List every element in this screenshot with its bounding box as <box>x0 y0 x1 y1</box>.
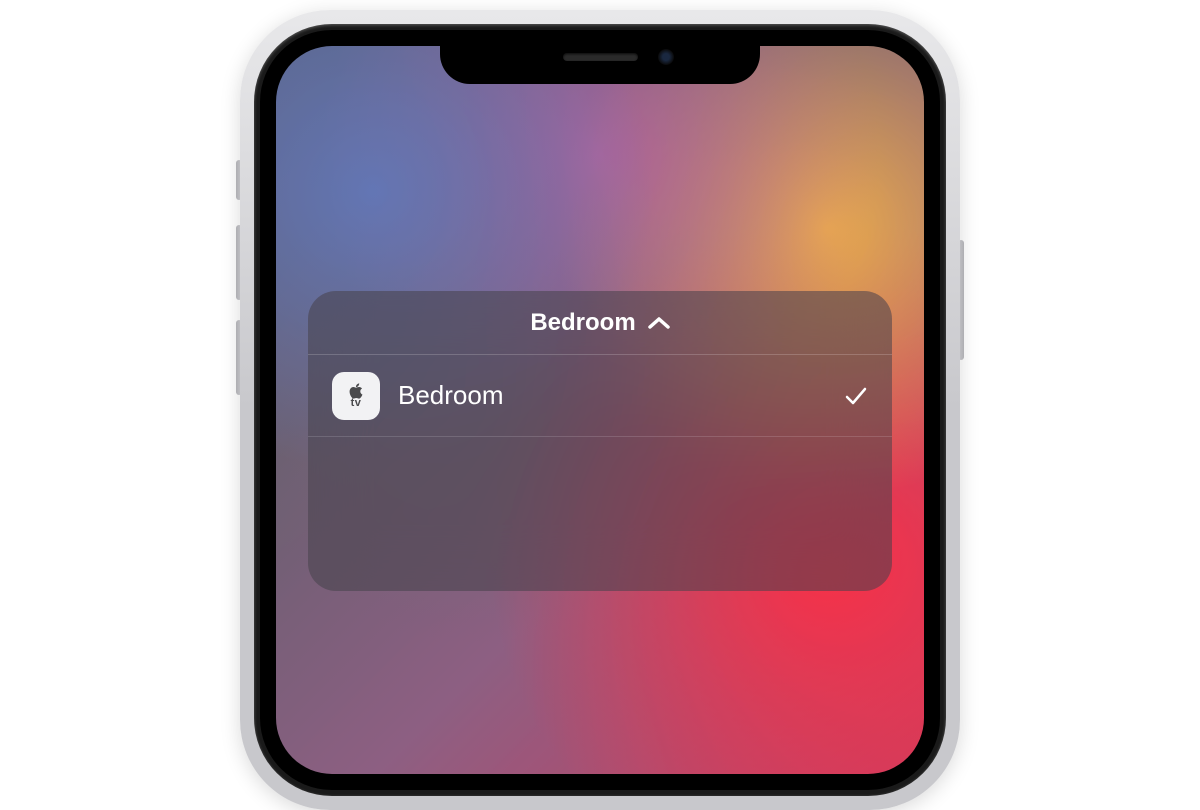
phone-bezel: Bedroom <box>254 24 946 796</box>
phone-speaker <box>563 53 638 61</box>
device-label: Bedroom <box>398 380 826 411</box>
appletv-icon-text: tv <box>351 398 362 409</box>
device-row-bedroom[interactable]: tv Bedroom <box>308 355 892 437</box>
phone-front-camera <box>658 49 674 65</box>
remote-device-panel: Bedroom <box>308 291 892 591</box>
panel-title: Bedroom <box>530 309 635 337</box>
phone-notch <box>440 30 760 84</box>
phone-outer-shell: Bedroom <box>240 10 960 810</box>
chevron-up-icon <box>648 316 670 330</box>
checkmark-icon <box>844 386 868 406</box>
appletv-icon: tv <box>332 372 380 420</box>
phone-device-frame: Bedroom <box>240 10 960 630</box>
phone-screen: Bedroom <box>276 46 924 774</box>
phone-screen-border: Bedroom <box>260 30 940 790</box>
panel-header-toggle[interactable]: Bedroom <box>308 291 892 355</box>
